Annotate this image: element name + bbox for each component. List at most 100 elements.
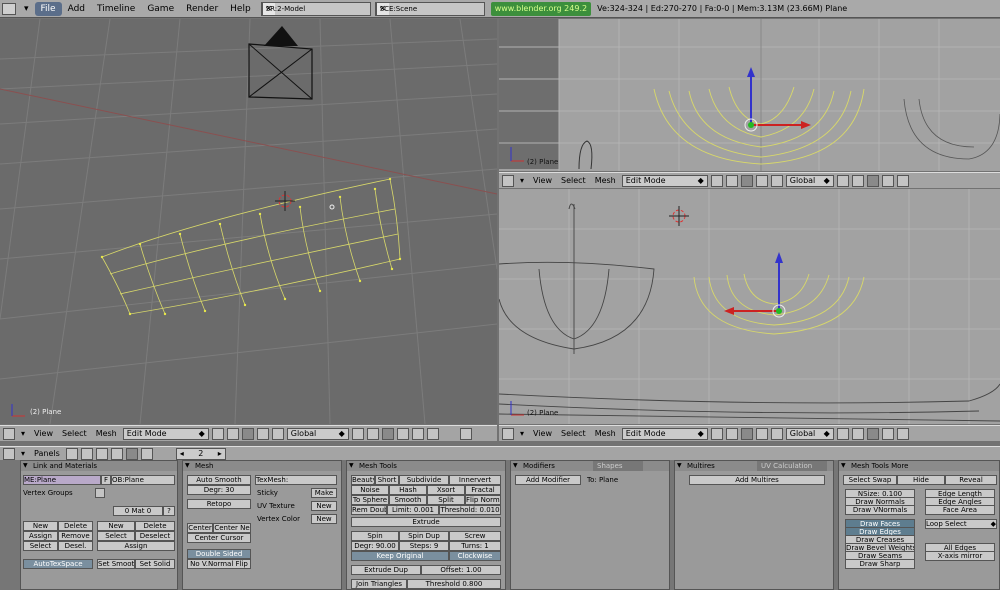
viewport-perspective[interactable]: (2) Plane — [0, 19, 497, 424]
sticky-make-button[interactable]: Make — [311, 488, 337, 498]
vertex-select-icon[interactable] — [381, 427, 394, 440]
proportional-icon[interactable] — [351, 427, 364, 440]
xsort-button[interactable]: Xsort — [427, 485, 465, 495]
extrude-dup-button[interactable]: Extrude Dup — [351, 565, 421, 575]
center-cursor-button[interactable]: Center Cursor — [187, 533, 251, 543]
vertex-select-icon[interactable] — [866, 427, 879, 440]
chevron-down-icon[interactable]: ◆ — [991, 520, 996, 528]
menu-file[interactable]: File — [34, 1, 62, 16]
offset-field[interactable]: Offset: 1.00 — [421, 565, 501, 575]
limit-field[interactable]: Limit: 0.001 — [387, 505, 439, 515]
proportional-icon[interactable] — [836, 427, 849, 440]
vgroup-select-button[interactable]: Select — [23, 541, 58, 551]
orientation-dropdown[interactable]: Global ◆ — [286, 427, 349, 440]
extrude-button[interactable]: Extrude — [351, 517, 501, 527]
no-vnormal-flip-toggle[interactable]: No V.Normal Flip — [187, 559, 251, 569]
collapse-arrow-icon[interactable]: ▾ — [517, 429, 527, 438]
material-select-button[interactable]: Select — [97, 531, 135, 541]
set-smooth-button[interactable]: Set Smoot — [97, 559, 135, 569]
menu-render[interactable]: Render — [180, 0, 224, 18]
hand-icon[interactable] — [241, 427, 254, 440]
uv-texture-new-button[interactable]: New — [311, 501, 337, 511]
mode-value[interactable]: Edit Mode — [626, 176, 666, 185]
screw-button[interactable]: Screw — [449, 531, 501, 541]
menu-select[interactable]: Select — [59, 429, 90, 438]
multires-tab[interactable]: Multires — [687, 462, 715, 470]
pivot-icon[interactable] — [226, 427, 239, 440]
hand-icon[interactable] — [740, 174, 753, 187]
view-grid-icon[interactable] — [502, 427, 514, 440]
viewport-front[interactable]: (2) Plane — [499, 19, 1000, 171]
scale-manip-icon[interactable] — [271, 427, 284, 440]
chevron-right-icon[interactable]: ▸ — [218, 449, 222, 458]
panel-title[interactable]: Link and Materials — [21, 461, 177, 471]
modifiers-tab[interactable]: Modifiers — [523, 462, 555, 470]
panels-menu[interactable]: Panels — [31, 449, 63, 458]
orientation-value[interactable]: Global — [291, 429, 317, 438]
mode-value[interactable]: Edit Mode — [127, 429, 167, 438]
proportional-icon[interactable] — [836, 174, 849, 187]
orientation-dropdown[interactable]: Global ◆ — [785, 174, 834, 187]
fractal-button[interactable]: Fractal — [465, 485, 501, 495]
face-select-icon[interactable] — [896, 427, 909, 440]
orientation-dropdown[interactable]: Global ◆ — [785, 427, 834, 440]
spin-degree-field[interactable]: Degr: 90.00 — [351, 541, 399, 551]
vgroup-deselect-button[interactable]: Desel. — [58, 541, 93, 551]
shapes-tab[interactable]: Shapes — [593, 461, 643, 471]
retopo-toggle[interactable]: Retopo — [187, 499, 251, 509]
chevron-down-icon[interactable]: ◆ — [698, 176, 704, 185]
smooth-button[interactable]: Smooth — [389, 495, 427, 505]
flip-normal-button[interactable]: Flip Normal — [465, 495, 501, 505]
material-new-button[interactable]: New — [97, 521, 135, 531]
add-multires-button[interactable]: Add Multires — [689, 475, 825, 485]
turns-field[interactable]: Turns: 1 — [449, 541, 501, 551]
add-modifier-button[interactable]: Add Modifier — [515, 475, 581, 485]
menu-help[interactable]: Help — [224, 0, 257, 18]
logic-icon[interactable] — [65, 447, 78, 460]
mesh-datablock-field[interactable]: ME:Plane — [23, 475, 101, 485]
frame-value[interactable]: 2 — [198, 449, 203, 458]
orientation-value[interactable]: Global — [790, 429, 816, 438]
mode-dropdown[interactable]: Edit Mode ◆ — [122, 427, 209, 440]
scene-context-icon[interactable] — [140, 447, 153, 460]
edge-select-icon[interactable] — [881, 174, 894, 187]
menu-mesh[interactable]: Mesh — [592, 176, 619, 185]
material-assign-button[interactable]: Assign — [97, 541, 175, 551]
clockwise-toggle[interactable]: Clockwise — [449, 551, 501, 561]
remove-doubles-button[interactable]: Rem Doubl — [351, 505, 387, 515]
vertex-select-icon[interactable] — [866, 174, 879, 187]
draw-sharp-toggle[interactable]: Draw Sharp — [845, 559, 915, 569]
menu-view[interactable]: View — [530, 429, 555, 438]
shading-context-icon[interactable] — [95, 447, 108, 460]
vgroup-new-button[interactable]: New — [23, 521, 58, 531]
join-triangles-button[interactable]: Join Triangles — [351, 579, 407, 589]
chevron-left-icon[interactable]: ◂ — [180, 449, 184, 458]
menu-mesh[interactable]: Mesh — [93, 429, 120, 438]
scale-manip-icon[interactable] — [770, 427, 783, 440]
shading-icon[interactable] — [211, 427, 224, 440]
shading-icon[interactable] — [710, 174, 723, 187]
edge-select-icon[interactable] — [881, 427, 894, 440]
scene-selector[interactable]: SCE:Scene ✕ — [374, 1, 485, 16]
menu-game[interactable]: Game — [141, 0, 180, 18]
face-select-icon[interactable] — [411, 427, 424, 440]
menu-select[interactable]: Select — [558, 429, 589, 438]
hide-button[interactable]: Hide — [897, 475, 945, 485]
fake-user-button[interactable]: F — [101, 475, 111, 485]
collapse-arrow-icon[interactable]: ▾ — [517, 176, 527, 185]
object-name-field[interactable]: OB:Plane — [111, 475, 175, 485]
orientation-value[interactable]: Global — [790, 176, 816, 185]
mode-dropdown[interactable]: Edit Mode ◆ — [621, 174, 708, 187]
to-sphere-button[interactable]: To Sphere — [351, 495, 389, 505]
subdivide-button[interactable]: Subdivide — [399, 475, 449, 485]
script-icon[interactable] — [80, 447, 93, 460]
falloff-icon[interactable] — [851, 174, 864, 187]
material-index-field[interactable]: 0 Mat 0 — [113, 506, 163, 516]
vgroup-remove-button[interactable]: Remove — [58, 531, 93, 541]
window-type-icon[interactable] — [2, 2, 16, 15]
menu-view[interactable]: View — [530, 176, 555, 185]
innervert-button[interactable]: Innervert — [449, 475, 501, 485]
rotate-manip-icon[interactable] — [256, 427, 269, 440]
chevron-down-icon[interactable]: ◆ — [824, 429, 830, 438]
face-area-toggle[interactable]: Face Area — [925, 505, 995, 515]
